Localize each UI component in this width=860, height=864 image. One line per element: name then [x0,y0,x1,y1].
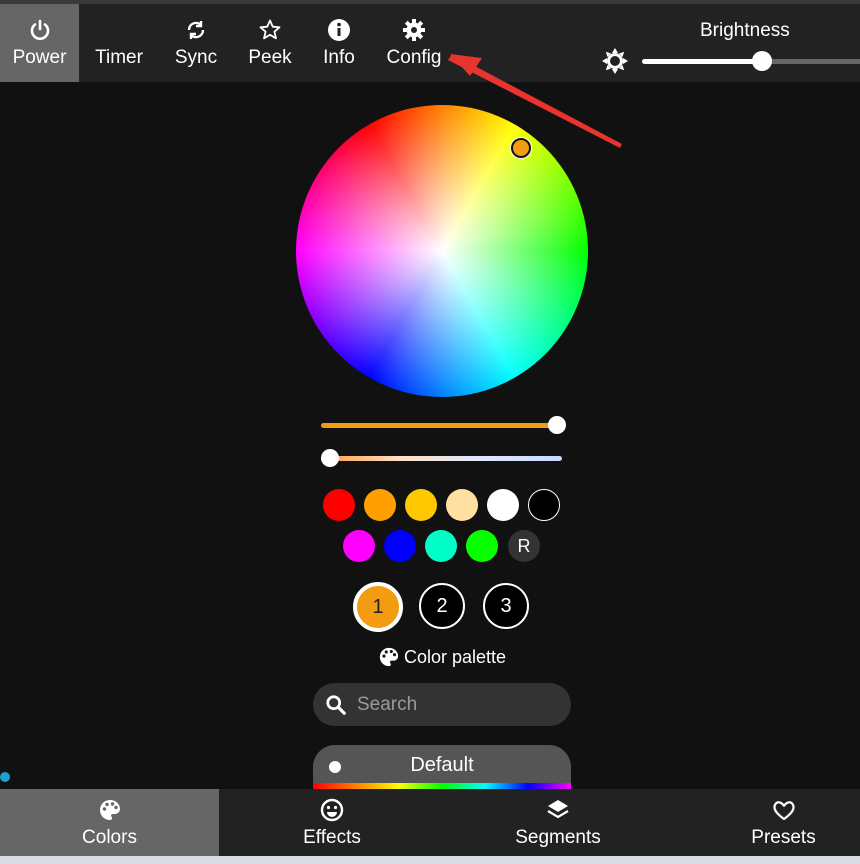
star-icon [257,17,283,43]
heart-icon [771,797,797,823]
quick-color-swatch[interactable] [446,489,478,521]
timer-button[interactable]: Timer [82,4,156,82]
color-slot-1[interactable]: 1 [353,582,403,632]
palette-search[interactable] [313,683,571,726]
quick-color-swatch[interactable] [384,530,416,562]
sync-label: Sync [174,47,218,68]
quick-color-swatch[interactable] [425,530,457,562]
power-icon [27,17,53,43]
info-icon [326,17,352,43]
moon-icon [106,17,132,43]
config-label: Config [386,47,442,68]
quick-color-swatch[interactable] [323,489,355,521]
palette-icon [97,797,123,823]
quick-color-swatch[interactable] [364,489,396,521]
color-wheel[interactable] [296,105,588,397]
search-icon [325,694,347,716]
tab-colors-label: Colors [82,826,137,848]
palette-item-label: Default [410,754,474,776]
connection-indicator [0,772,10,782]
window-bottom-edge [0,856,860,864]
smiley-icon [319,797,345,823]
white-balance-slider-thumb[interactable] [321,449,339,467]
quick-color-swatch[interactable] [343,530,375,562]
quick-color-swatch[interactable] [487,489,519,521]
tab-effects-label: Effects [303,826,361,848]
brightness-slider[interactable] [642,59,860,64]
bottom-tab-bar: Colors Effects Segments Presets [0,789,860,856]
palette-search-input[interactable] [355,692,549,717]
quick-color-swatch[interactable] [528,489,560,521]
tab-segments-label: Segments [515,826,601,848]
saturation-slider[interactable] [321,423,562,428]
tab-presets-label: Presets [751,826,816,848]
tab-colors[interactable]: Colors [0,789,219,856]
tab-segments[interactable]: Segments [445,789,671,856]
color-palette-heading: Color palette [378,646,506,668]
color-palette-label: Color palette [404,646,507,667]
brightness-label: Brightness [700,20,790,41]
palette-item-default[interactable]: Default [313,745,571,789]
brightness-slider-thumb[interactable] [752,51,772,71]
random-color-button[interactable]: R [508,530,540,562]
power-button[interactable]: Power [0,4,79,82]
quick-color-swatch[interactable] [405,489,437,521]
sync-icon [183,17,209,43]
tab-effects[interactable]: Effects [219,789,445,856]
peek-label: Peek [248,47,292,68]
color-slot-3[interactable]: 3 [483,583,529,629]
color-slot-2[interactable]: 2 [419,583,465,629]
info-label: Info [323,47,355,68]
top-bar: Power Timer Sync Peek Info Config Bright… [0,0,860,82]
tab-presets[interactable]: Presets [671,789,860,856]
white-balance-slider[interactable] [321,456,562,461]
timer-label: Timer [95,47,143,68]
layers-icon [545,797,571,823]
power-label: Power [12,47,67,68]
palette-icon [378,646,400,668]
quick-color-swatch[interactable] [466,530,498,562]
saturation-slider-thumb[interactable] [548,416,566,434]
sync-button[interactable]: Sync [160,4,232,82]
gear-icon [401,17,427,43]
info-button[interactable]: Info [308,4,370,82]
peek-button[interactable]: Peek [236,4,304,82]
color-wheel-handle[interactable] [511,138,531,158]
